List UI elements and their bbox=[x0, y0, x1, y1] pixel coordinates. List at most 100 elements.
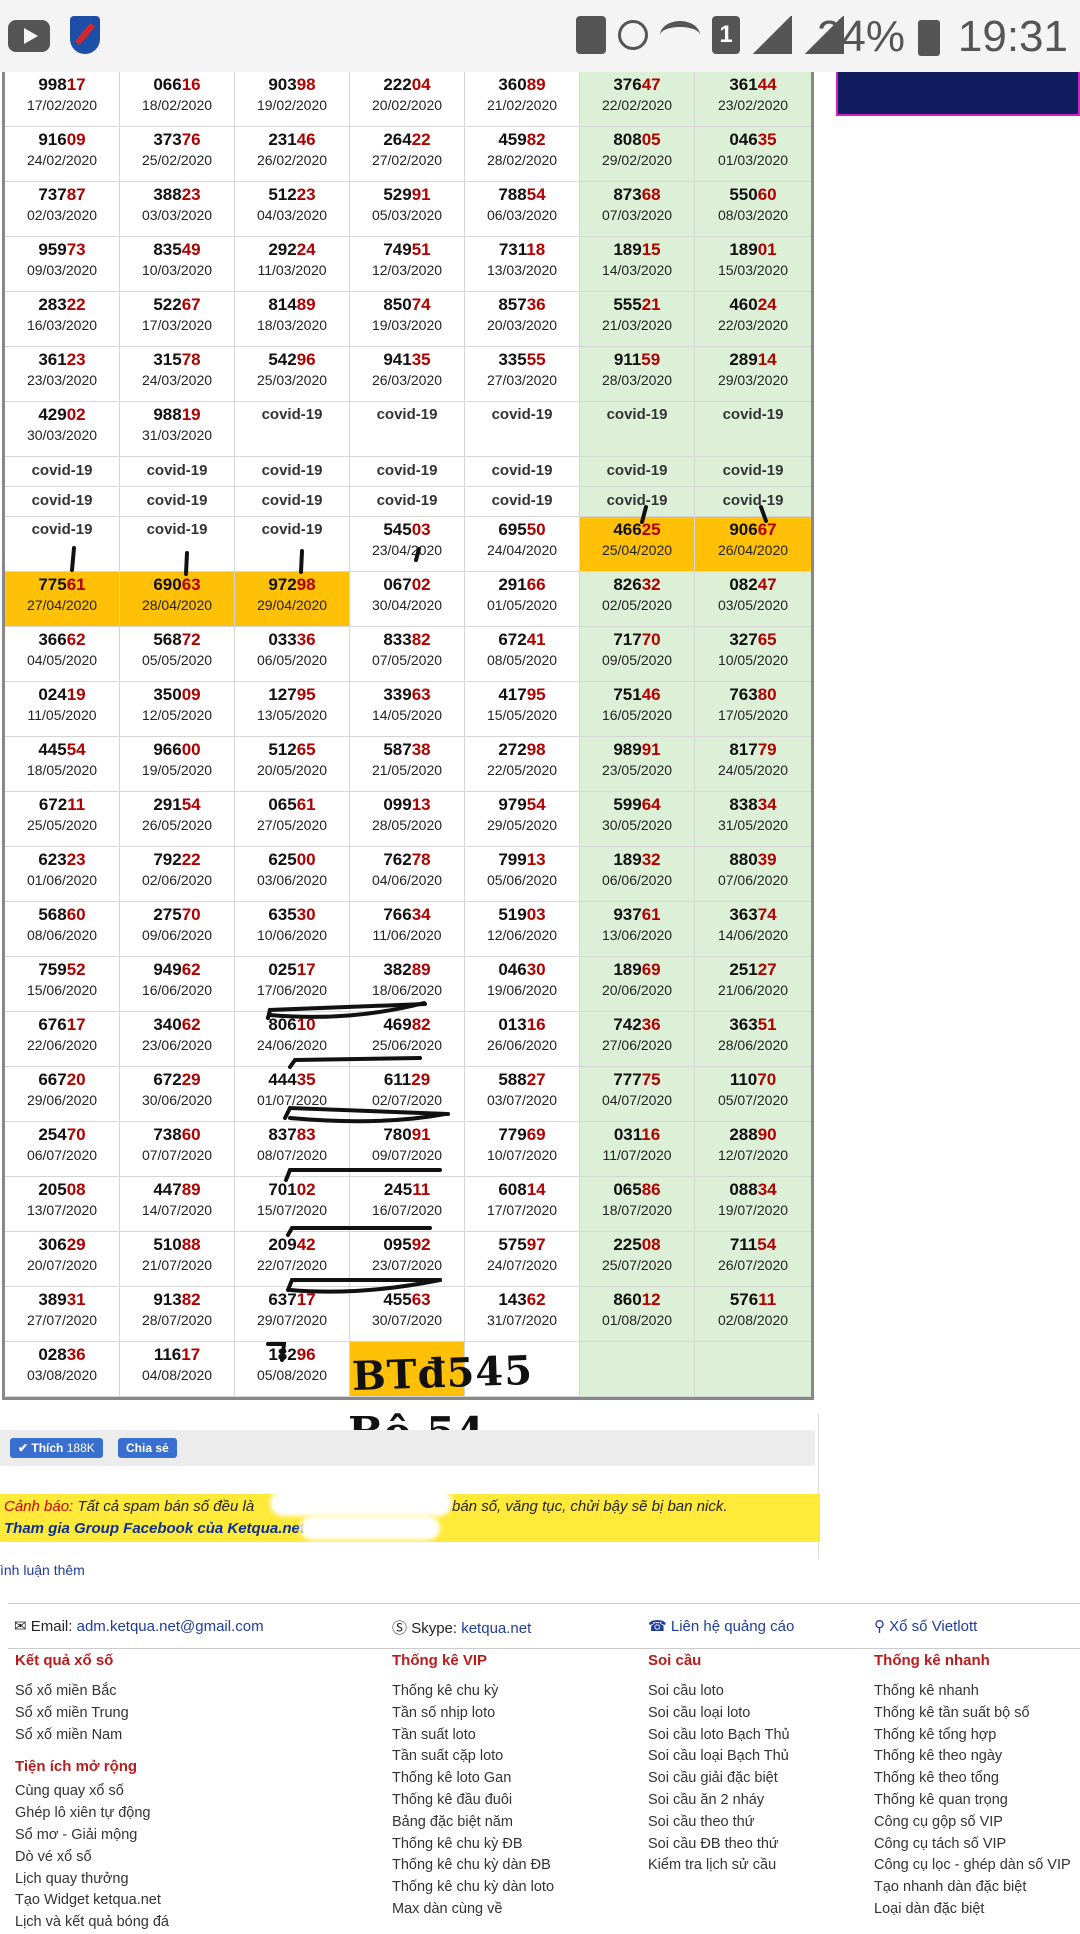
result-cell[interactable]: covid-19 bbox=[580, 487, 695, 517]
result-cell[interactable]: 18915 14/03/2020 bbox=[580, 237, 695, 292]
result-cell[interactable]: 46982 25/06/2020 bbox=[350, 1012, 465, 1067]
result-cell[interactable]: covid-19 bbox=[465, 487, 580, 517]
result-cell[interactable]: 34062 23/06/2020 bbox=[120, 1012, 235, 1067]
result-cell[interactable]: 75952 15/06/2020 bbox=[5, 957, 120, 1012]
result-cell[interactable]: 55060 08/03/2020 bbox=[695, 182, 811, 237]
result-cell[interactable]: covid-19 bbox=[350, 487, 465, 517]
result-cell[interactable]: 46625 25/04/2020 bbox=[580, 517, 695, 572]
result-cell[interactable]: 29166 01/05/2020 bbox=[465, 572, 580, 627]
result-cell[interactable]: 83549 10/03/2020 bbox=[120, 237, 235, 292]
result-cell[interactable]: 44554 18/05/2020 bbox=[5, 737, 120, 792]
footer-link[interactable]: Thống kê loto Gan bbox=[392, 1768, 554, 1790]
result-cell[interactable]: 81489 18/03/2020 bbox=[235, 292, 350, 347]
result-cell[interactable]: covid-19 bbox=[465, 402, 580, 457]
footer-link[interactable]: Thống kê chu kỳ bbox=[392, 1681, 554, 1703]
footer-link[interactable]: Sổ mơ - Giải mộng bbox=[15, 1825, 169, 1847]
result-cell[interactable]: 71770 09/05/2020 bbox=[580, 627, 695, 682]
result-cell[interactable]: 78854 06/03/2020 bbox=[465, 182, 580, 237]
footer-link[interactable]: Loại dàn đặc biệt bbox=[874, 1899, 1071, 1921]
email-link[interactable]: adm.ketqua.net@gmail.com bbox=[77, 1618, 264, 1635]
result-cell[interactable]: 71154 26/07/2020 bbox=[695, 1232, 811, 1287]
footer-link[interactable]: Soi cầu loại Bạch Thủ bbox=[648, 1746, 790, 1768]
result-cell[interactable]: 79222 02/06/2020 bbox=[120, 847, 235, 902]
result-cell[interactable]: covid-19 bbox=[235, 402, 350, 457]
result-cell[interactable]: covid-19 bbox=[120, 487, 235, 517]
result-cell[interactable]: 51223 04/03/2020 bbox=[235, 182, 350, 237]
footer-link[interactable]: Công cụ tách số VIP bbox=[874, 1834, 1071, 1856]
result-cell[interactable]: covid-19 bbox=[235, 517, 350, 572]
result-cell[interactable]: 06616 18/02/2020 bbox=[120, 72, 235, 127]
skype-link[interactable]: ketqua.net bbox=[461, 1620, 531, 1637]
result-cell[interactable]: 38289 18/06/2020 bbox=[350, 957, 465, 1012]
footer-link[interactable]: Soi cầu loto Bạch Thủ bbox=[648, 1725, 790, 1747]
result-cell[interactable]: covid-19 bbox=[695, 457, 811, 487]
result-cell[interactable]: 67617 22/06/2020 bbox=[5, 1012, 120, 1067]
result-cell[interactable]: 57611 02/08/2020 bbox=[695, 1287, 811, 1342]
result-cell[interactable]: 18296 05/08/2020 bbox=[235, 1342, 350, 1397]
result-cell[interactable]: 02836 03/08/2020 bbox=[5, 1342, 120, 1397]
result-cell[interactable]: 30629 20/07/2020 bbox=[5, 1232, 120, 1287]
result-cell[interactable]: 86012 01/08/2020 bbox=[580, 1287, 695, 1342]
result-cell[interactable]: 60814 17/07/2020 bbox=[465, 1177, 580, 1232]
result-cell[interactable]: 99817 17/02/2020 bbox=[5, 72, 120, 127]
result-cell[interactable]: covid-19 bbox=[120, 457, 235, 487]
footer-link[interactable]: Cùng quay xổ số bbox=[15, 1781, 169, 1803]
footer-link[interactable]: Soi cầu loto bbox=[648, 1681, 790, 1703]
result-cell[interactable]: 90398 19/02/2020 bbox=[235, 72, 350, 127]
footer-link[interactable]: Sổ xố miền Bắc bbox=[15, 1681, 169, 1703]
result-cell[interactable]: 98991 23/05/2020 bbox=[580, 737, 695, 792]
result-cell[interactable]: 37647 22/02/2020 bbox=[580, 72, 695, 127]
footer-link[interactable]: Max dàn cùng về bbox=[392, 1899, 554, 1921]
footer-link[interactable]: Dò vé xổ số bbox=[15, 1847, 169, 1869]
result-cell[interactable]: 32765 10/05/2020 bbox=[695, 627, 811, 682]
result-cell[interactable]: 66720 29/06/2020 bbox=[5, 1067, 120, 1122]
result-cell[interactable]: covid-19 bbox=[465, 457, 580, 487]
result-cell[interactable]: 73118 13/03/2020 bbox=[465, 237, 580, 292]
result-cell[interactable]: 91159 28/03/2020 bbox=[580, 347, 695, 402]
result-cell[interactable]: 76278 04/06/2020 bbox=[350, 847, 465, 902]
footer-link[interactable]: Kiểm tra lịch sử cầu bbox=[648, 1855, 790, 1877]
result-cell[interactable]: 29154 26/05/2020 bbox=[120, 792, 235, 847]
result-cell[interactable]: 80805 29/02/2020 bbox=[580, 127, 695, 182]
result-cell[interactable]: 51903 12/06/2020 bbox=[465, 902, 580, 957]
result-cell[interactable]: 14362 31/07/2020 bbox=[465, 1287, 580, 1342]
result-cell[interactable]: 77969 10/07/2020 bbox=[465, 1122, 580, 1177]
result-cell[interactable]: 58827 03/07/2020 bbox=[465, 1067, 580, 1122]
result-cell[interactable]: 03336 06/05/2020 bbox=[235, 627, 350, 682]
result-cell[interactable]: 29224 11/03/2020 bbox=[235, 237, 350, 292]
result-cell[interactable]: 36662 04/05/2020 bbox=[5, 627, 120, 682]
result-cell[interactable]: 45563 30/07/2020 bbox=[350, 1287, 465, 1342]
footer-link[interactable]: Bảng đặc biệt năm bbox=[392, 1812, 554, 1834]
result-cell[interactable]: 31578 24/03/2020 bbox=[120, 347, 235, 402]
result-cell[interactable]: 62500 03/06/2020 bbox=[235, 847, 350, 902]
result-cell[interactable]: 67241 08/05/2020 bbox=[465, 627, 580, 682]
result-cell[interactable]: 74951 12/03/2020 bbox=[350, 237, 465, 292]
result-cell[interactable]: 02419 11/05/2020 bbox=[5, 682, 120, 737]
result-cell[interactable]: 09913 28/05/2020 bbox=[350, 792, 465, 847]
result-cell[interactable]: 20508 13/07/2020 bbox=[5, 1177, 120, 1232]
result-cell[interactable]: 56872 05/05/2020 bbox=[120, 627, 235, 682]
footer-link[interactable]: Sổ xố miền Nam bbox=[15, 1725, 169, 1747]
result-cell[interactable]: 77775 04/07/2020 bbox=[580, 1067, 695, 1122]
result-cell[interactable]: 06561 27/05/2020 bbox=[235, 792, 350, 847]
footer-link[interactable]: Thống kê chu kỳ ĐB bbox=[392, 1834, 554, 1856]
result-cell[interactable]: 36144 23/02/2020 bbox=[695, 72, 811, 127]
result-cell[interactable]: 28890 12/07/2020 bbox=[695, 1122, 811, 1177]
result-cell[interactable]: 70102 15/07/2020 bbox=[235, 1177, 350, 1232]
footer-link[interactable]: Thống kê theo ngày bbox=[874, 1746, 1071, 1768]
footer-link[interactable]: Soi cầu theo thứ bbox=[648, 1812, 790, 1834]
result-cell[interactable]: 44789 14/07/2020 bbox=[120, 1177, 235, 1232]
result-cell[interactable]: 88039 07/06/2020 bbox=[695, 847, 811, 902]
result-cell[interactable]: 27298 22/05/2020 bbox=[465, 737, 580, 792]
result-cell[interactable]: 55521 21/03/2020 bbox=[580, 292, 695, 347]
footer-link[interactable]: Thống kê nhanh bbox=[874, 1681, 1071, 1703]
like-button[interactable]: ✔ Thích 188K bbox=[10, 1438, 103, 1458]
result-cell[interactable]: covid-19 bbox=[580, 402, 695, 457]
result-cell[interactable]: 87368 07/03/2020 bbox=[580, 182, 695, 237]
footer-link[interactable]: Thống kê theo tổng bbox=[874, 1768, 1071, 1790]
result-cell[interactable]: 02517 17/06/2020 bbox=[235, 957, 350, 1012]
result-cell[interactable]: 97298 29/04/2020 bbox=[235, 572, 350, 627]
result-cell[interactable]: covid-19 bbox=[5, 487, 120, 517]
result-cell[interactable]: 44435 01/07/2020 bbox=[235, 1067, 350, 1122]
result-cell[interactable]: 06586 18/07/2020 bbox=[580, 1177, 695, 1232]
